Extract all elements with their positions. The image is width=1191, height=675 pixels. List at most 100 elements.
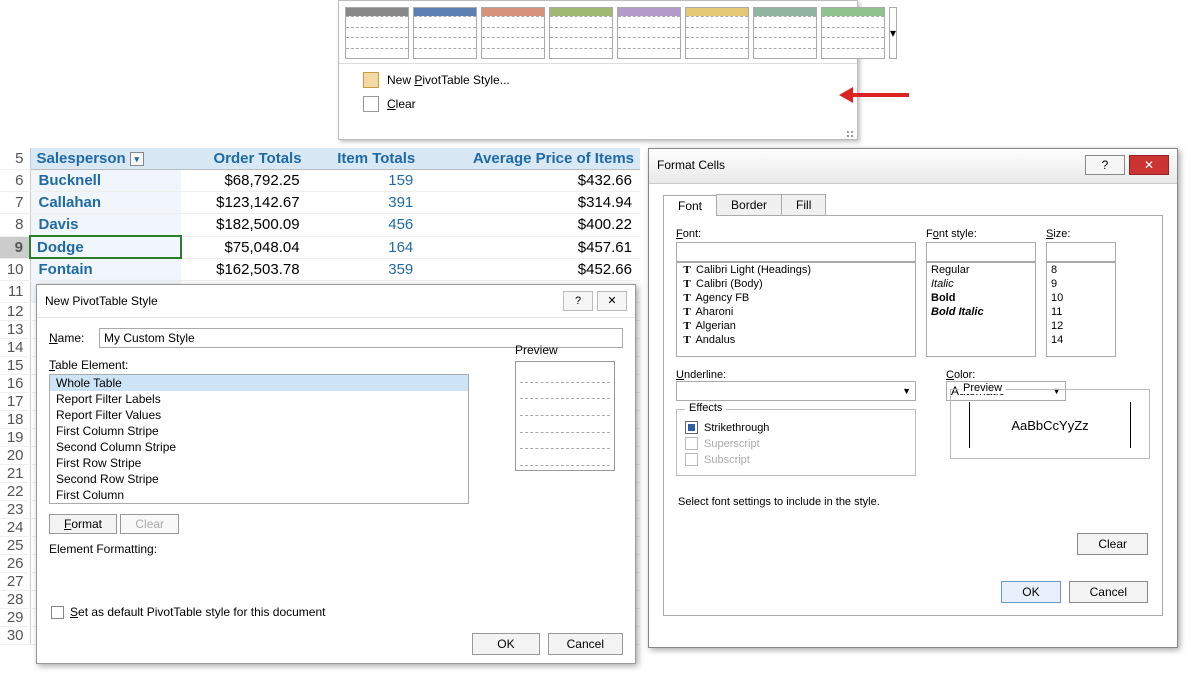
cell-salesperson[interactable]: Dodge — [30, 236, 181, 258]
cell-order-totals[interactable]: $162,503.78 — [181, 258, 307, 281]
ok-button[interactable]: OK — [472, 633, 539, 655]
size-input[interactable] — [1046, 242, 1116, 262]
table-element-option[interactable]: First Row Stripe — [50, 455, 468, 471]
cell-order-totals[interactable]: $123,142.67 — [181, 192, 307, 214]
cell-salesperson[interactable]: Bucknell — [30, 170, 181, 192]
row-header[interactable]: 18 — [0, 411, 30, 429]
cancel-button[interactable]: Cancel — [548, 633, 623, 655]
row-header[interactable]: 7 — [0, 192, 30, 214]
help-button[interactable]: ? — [1085, 155, 1125, 175]
col-header-item-totals[interactable]: Item Totals — [308, 148, 422, 170]
row-header[interactable]: 30 — [0, 627, 30, 645]
table-element-option[interactable]: Whole Table — [50, 375, 468, 391]
style-thumb-0[interactable] — [345, 7, 409, 59]
row-header[interactable]: 12 — [0, 303, 30, 321]
fontstyle-option[interactable]: Bold — [927, 291, 1035, 305]
tab-fill[interactable]: Fill — [781, 194, 826, 215]
cell-item-totals[interactable]: 159 — [308, 170, 422, 192]
new-pivottable-style-menuitem[interactable]: New PivotTable Style... — [339, 68, 857, 92]
table-element-option[interactable]: First Column Stripe — [50, 423, 468, 439]
cell-order-totals[interactable]: $68,792.25 — [181, 170, 307, 192]
font-option[interactable]: T Andalus — [677, 333, 915, 347]
row-header[interactable]: 16 — [0, 375, 30, 393]
row-header[interactable]: 23 — [0, 501, 30, 519]
filter-dropdown-icon[interactable]: ▾ — [130, 152, 144, 166]
cell-avg-price[interactable]: $400.22 — [421, 214, 640, 237]
style-thumb-4[interactable] — [617, 7, 681, 59]
row-header[interactable]: 24 — [0, 519, 30, 537]
font-option[interactable]: T Calibri (Body) — [677, 277, 915, 291]
size-option[interactable]: 14 — [1047, 333, 1115, 347]
size-listbox[interactable]: 8910111214 — [1046, 262, 1116, 357]
row-header[interactable]: 10 — [0, 258, 30, 281]
row-header[interactable]: 29 — [0, 609, 30, 627]
row-header[interactable]: 6 — [0, 170, 30, 192]
row-header[interactable]: 22 — [0, 483, 30, 501]
clear-formatting-button[interactable]: Clear — [1077, 533, 1148, 555]
row-header[interactable]: 25 — [0, 537, 30, 555]
row-header[interactable]: 19 — [0, 429, 30, 447]
row-header[interactable]: 11 — [0, 281, 30, 303]
cell-avg-price[interactable]: $432.66 — [421, 170, 640, 192]
close-button[interactable]: ✕ — [1129, 155, 1169, 175]
font-listbox[interactable]: T Calibri Light (Headings)T Calibri (Bod… — [676, 262, 916, 357]
size-option[interactable]: 11 — [1047, 305, 1115, 319]
table-element-option[interactable]: Report Filter Labels — [50, 391, 468, 407]
font-option[interactable]: T Agency FB — [677, 291, 915, 305]
col-header-avg-price[interactable]: Average Price of Items — [421, 148, 640, 170]
style-thumb-1[interactable] — [413, 7, 477, 59]
style-thumb-3[interactable] — [549, 7, 613, 59]
row-header[interactable]: 27 — [0, 573, 30, 591]
style-thumb-6[interactable] — [753, 7, 817, 59]
font-option[interactable]: T Aharoni — [677, 305, 915, 319]
effect-strikethrough[interactable]: Strikethrough — [685, 421, 907, 434]
cell-salesperson[interactable]: Fontain — [30, 258, 181, 281]
cell-avg-price[interactable]: $457.61 — [421, 236, 640, 258]
ok-button[interactable]: OK — [1001, 581, 1060, 603]
table-element-option[interactable]: Second Column Stripe — [50, 439, 468, 455]
cancel-button[interactable]: Cancel — [1069, 581, 1148, 603]
cell-salesperson[interactable]: Davis — [30, 214, 181, 237]
table-element-option[interactable]: Report Filter Values — [50, 407, 468, 423]
col-header-order-totals[interactable]: Order Totals — [181, 148, 307, 170]
table-element-option[interactable]: Header Row — [50, 503, 468, 504]
font-option[interactable]: T Calibri Light (Headings) — [677, 263, 915, 277]
tab-font[interactable]: Font — [663, 195, 717, 216]
cell-item-totals[interactable]: 164 — [308, 236, 422, 258]
style-thumb-5[interactable] — [685, 7, 749, 59]
clear-element-button[interactable]: Clear — [120, 514, 179, 534]
row-header[interactable]: 8 — [0, 214, 30, 237]
size-option[interactable]: 10 — [1047, 291, 1115, 305]
row-header[interactable]: 14 — [0, 339, 30, 357]
resize-grip-icon[interactable] — [843, 127, 853, 137]
style-thumb-7[interactable] — [821, 7, 885, 59]
format-button[interactable]: Format — [49, 514, 117, 534]
row-header[interactable]: 21 — [0, 465, 30, 483]
cell-order-totals[interactable]: $182,500.09 — [181, 214, 307, 237]
size-option[interactable]: 12 — [1047, 319, 1115, 333]
fontstyle-listbox[interactable]: RegularItalicBoldBold Italic — [926, 262, 1036, 357]
gallery-more-button[interactable]: ▾ — [889, 7, 897, 59]
size-option[interactable]: 9 — [1047, 277, 1115, 291]
clear-style-menuitem[interactable]: Clear — [339, 92, 857, 116]
cell-item-totals[interactable]: 391 — [308, 192, 422, 214]
cell-avg-price[interactable]: $314.94 — [421, 192, 640, 214]
cell-salesperson[interactable]: Callahan — [30, 192, 181, 214]
style-thumb-2[interactable] — [481, 7, 545, 59]
row-header[interactable]: 20 — [0, 447, 30, 465]
cell-order-totals[interactable]: $75,048.04 — [181, 236, 307, 258]
cell-avg-price[interactable]: $452.66 — [421, 258, 640, 281]
font-option[interactable]: T Algerian — [677, 319, 915, 333]
size-option[interactable]: 8 — [1047, 263, 1115, 277]
checkbox-icon[interactable] — [685, 421, 698, 434]
fontstyle-option[interactable]: Regular — [927, 263, 1035, 277]
fontstyle-input[interactable] — [926, 242, 1036, 262]
help-button[interactable]: ? — [563, 291, 593, 311]
table-element-listbox[interactable]: Whole TableReport Filter LabelsReport Fi… — [49, 374, 469, 504]
font-input[interactable] — [676, 242, 916, 262]
row-header[interactable]: 9 — [0, 236, 30, 258]
fontstyle-option[interactable]: Italic — [927, 277, 1035, 291]
table-element-option[interactable]: First Column — [50, 487, 468, 503]
table-element-option[interactable]: Second Row Stripe — [50, 471, 468, 487]
row-header[interactable]: 13 — [0, 321, 30, 339]
